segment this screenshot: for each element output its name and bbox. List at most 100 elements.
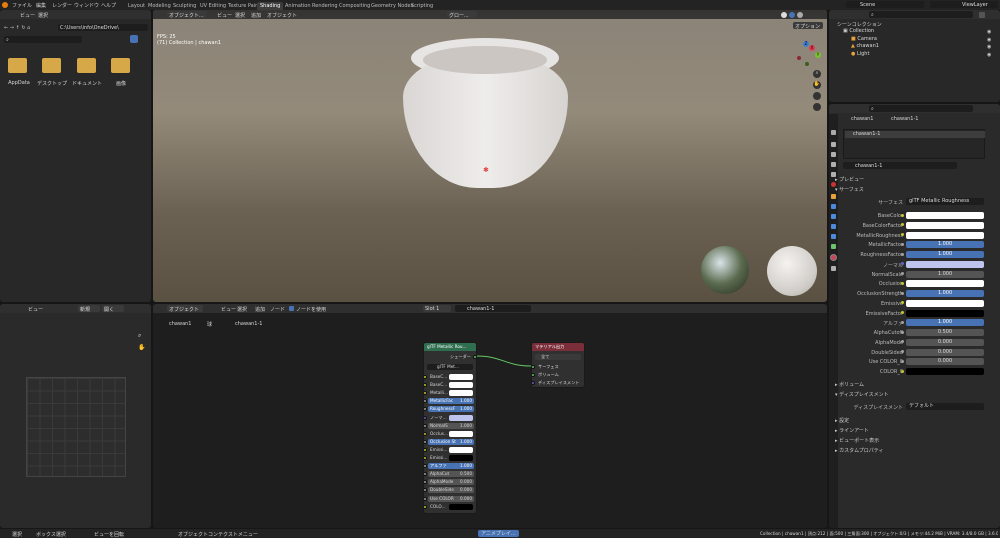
section-viewport-display[interactable]: ▸ ビューポート表示	[835, 437, 879, 444]
gltf-input-row[interactable]: ノーマ...	[428, 414, 474, 421]
view-layer-tab-icon[interactable]	[831, 162, 836, 167]
socket-dot-icon[interactable]	[901, 213, 904, 217]
gltf-input-socket[interactable]	[424, 456, 427, 460]
gltf-input-socket[interactable]	[424, 375, 427, 379]
shading-material-icon[interactable]	[789, 12, 795, 18]
gltf-color-swatch[interactable]	[449, 390, 473, 397]
filter-icon[interactable]	[130, 35, 138, 43]
path-field[interactable]: C:\Users\info\OneDrive\	[58, 24, 148, 31]
menu-help[interactable]: ヘルプ	[101, 2, 116, 9]
gltf-color-swatch[interactable]	[449, 414, 473, 421]
surface-input-field[interactable]	[906, 231, 984, 239]
socket-dot-icon[interactable]	[901, 272, 904, 275]
gltf-input-row[interactable]: Emissi...	[428, 446, 474, 453]
surface-input-field[interactable]: 0.500	[906, 329, 984, 336]
socket-dot-icon[interactable]	[901, 242, 904, 246]
zoom-icon[interactable]: ⌕	[813, 70, 821, 78]
menu-edit[interactable]: 編集	[36, 2, 46, 9]
gltf-input-row[interactable]: Metalli...	[428, 390, 474, 397]
gltf-input-row[interactable]: MetallicFac 1.000	[428, 398, 474, 405]
navigation-gizmo[interactable]: X Y Z	[793, 40, 823, 70]
gltf-input-socket[interactable]	[424, 464, 427, 469]
gltf-input-socket[interactable]	[424, 383, 427, 388]
section-settings[interactable]: ▸ 設定	[835, 417, 849, 424]
section-preview[interactable]: ▸ プレビュー	[835, 176, 864, 183]
folder-icon[interactable]	[8, 58, 27, 73]
surface-input-field[interactable]: 0.000	[906, 358, 984, 366]
tab-sculpting[interactable]: Sculpting	[170, 2, 199, 10]
nav-arrows-icon[interactable]: ← → ↑ ↻ ⌂	[4, 25, 30, 31]
gltf-input-row[interactable]: Occlus...	[428, 430, 474, 437]
gltf-input-socket[interactable]	[424, 423, 427, 428]
surface-input-field[interactable]	[906, 212, 984, 219]
gltf-input-row[interactable]: アルファ 1.000	[428, 463, 474, 470]
status-anim-play[interactable]: アニメプレイ...	[478, 530, 519, 537]
socket-dot-icon[interactable]	[901, 281, 904, 285]
displacement-field[interactable]: デフォルト	[906, 403, 984, 410]
file-search-input[interactable]: ⌕	[4, 36, 82, 43]
section-surface[interactable]: ▾ サーフェス	[835, 186, 864, 193]
gltf-input-socket[interactable]	[424, 431, 427, 436]
socket-dot-icon[interactable]	[901, 311, 904, 314]
node-group-selector[interactable]: glTF Met...	[427, 364, 473, 370]
file-browser-select-menu[interactable]: 選択	[38, 12, 48, 19]
viewport-mode-dropdown[interactable]: オブジェクト...	[167, 11, 207, 18]
socket-dot-icon[interactable]	[901, 291, 904, 295]
gltf-input-socket[interactable]	[424, 472, 427, 477]
node-editor-panel[interactable]: オブジェクト ビュー 選択 追加 ノード ノードを使用 Slot 1 chawa…	[153, 304, 827, 528]
socket-dot-icon[interactable]	[901, 340, 904, 344]
gltf-input-row[interactable]: COLO...	[428, 503, 474, 510]
outliner-item-camera[interactable]: ■ Camera	[851, 36, 877, 43]
viewport-add-menu[interactable]: 追加	[251, 12, 261, 19]
gltf-input-socket[interactable]	[424, 496, 427, 501]
folder-icon[interactable]	[42, 58, 61, 73]
folder-icon[interactable]	[111, 58, 130, 73]
output-target-dropdown[interactable]: 全て	[535, 354, 581, 360]
file-browser-view-menu[interactable]: ビュー	[20, 12, 35, 19]
gltf-color-swatch[interactable]	[449, 446, 473, 453]
surface-shader-field[interactable]: glTF Metallic Roughness	[906, 198, 984, 205]
visibility-eye-icon[interactable]: ◉	[987, 44, 991, 50]
surface-input-field[interactable]: 1.000	[906, 251, 984, 258]
visibility-eye-icon[interactable]: ◉	[987, 29, 991, 35]
perspective-grid-icon[interactable]	[813, 103, 821, 111]
folder-icon[interactable]	[77, 58, 96, 73]
material-slot-row[interactable]: chawan1-1	[845, 131, 985, 138]
surface-input-field[interactable]	[906, 309, 984, 317]
socket-dot-icon[interactable]	[901, 223, 904, 227]
surface-input-field[interactable]	[906, 280, 984, 288]
output-volume-socket[interactable]	[532, 373, 535, 377]
gltf-input-row[interactable]: Emissi...	[428, 455, 474, 461]
output-tab-icon[interactable]	[831, 152, 836, 157]
gltf-input-socket[interactable]	[424, 488, 427, 493]
output-displacement-socket[interactable]	[532, 381, 535, 385]
outliner-item-collection[interactable]: ▣ Collection	[843, 28, 874, 35]
gltf-input-socket[interactable]	[424, 504, 427, 509]
blender-logo-icon[interactable]	[2, 2, 8, 8]
section-displacement[interactable]: ▾ ディスプレイスメント	[835, 391, 889, 398]
socket-dot-icon[interactable]	[901, 350, 904, 353]
surface-input-field[interactable]: 1.000	[906, 290, 984, 297]
socket-dot-icon[interactable]	[901, 369, 904, 373]
tool-tab-icon[interactable]	[831, 130, 836, 135]
output-node-header[interactable]: マテリアル出力	[532, 343, 584, 351]
surface-input-field[interactable]: 0.000	[906, 338, 984, 346]
image-new-button[interactable]: 新規	[78, 305, 100, 312]
menu-file[interactable]: ファイル	[12, 2, 32, 9]
material-output-node[interactable]: マテリアル出力 全て サーフェス ボリューム ディスプレイスメント	[531, 342, 585, 388]
gltf-input-row[interactable]: RoughnessF 1.000	[428, 406, 474, 413]
orientation-dropdown[interactable]: グロー...	[447, 11, 477, 18]
material-datablock-field[interactable]: chawan1-1	[843, 162, 957, 169]
surface-input-field[interactable]: 1.000	[906, 270, 984, 278]
gltf-color-swatch[interactable]	[449, 374, 473, 380]
surface-input-field[interactable]: 1.000	[906, 241, 984, 249]
outliner-scene-collection[interactable]: シーンコレクション	[837, 21, 882, 28]
gltf-input-socket[interactable]	[424, 480, 427, 485]
pan-hand-icon[interactable]: ✋	[813, 81, 821, 89]
gltf-input-row[interactable]: AlphaCut 0.500	[428, 471, 474, 478]
visibility-eye-icon[interactable]: ◉	[987, 52, 991, 58]
viewport-options-button[interactable]: オプション	[793, 22, 823, 29]
socket-dot-icon[interactable]	[901, 359, 904, 363]
menu-window[interactable]: ウィンドウ	[74, 2, 99, 9]
gltf-input-socket[interactable]	[424, 447, 427, 452]
